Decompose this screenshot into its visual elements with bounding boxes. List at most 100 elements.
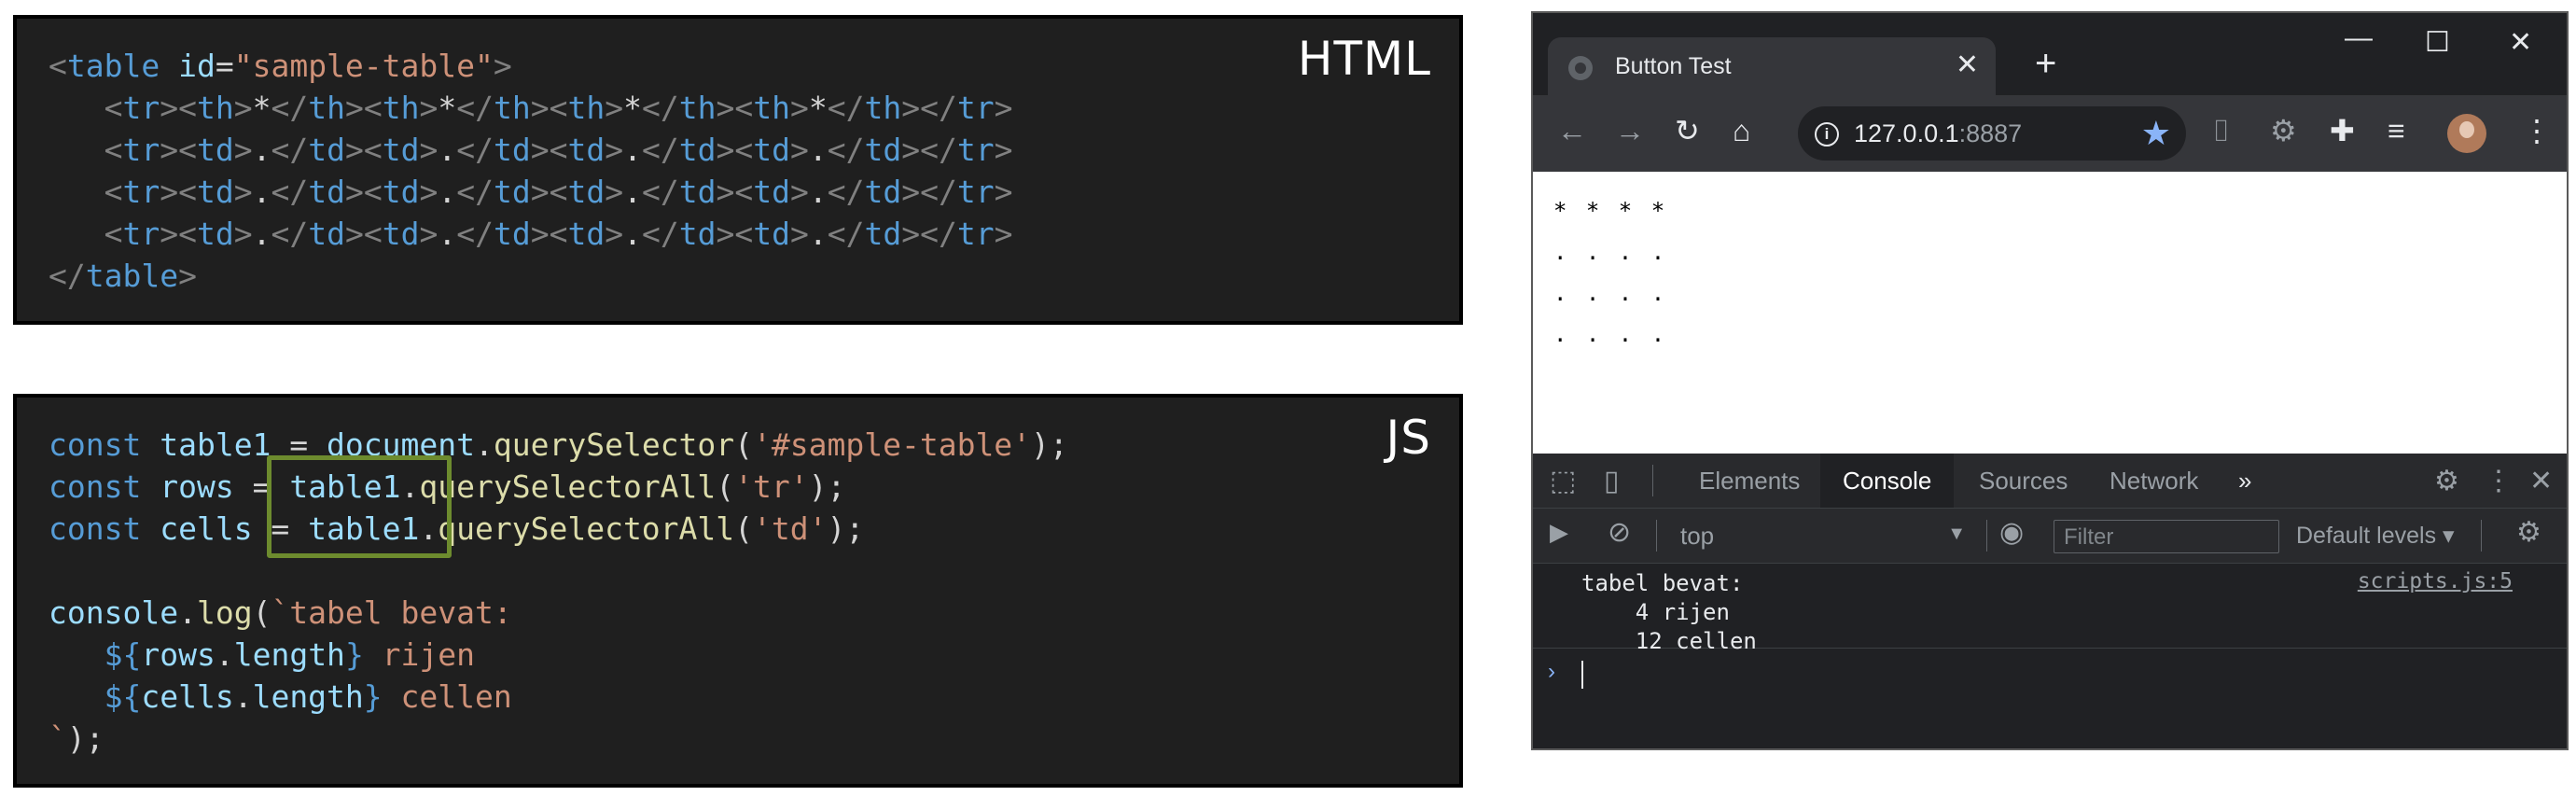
code-token: querySelectorAll — [419, 468, 717, 505]
code-token: . — [215, 636, 234, 673]
code-token: tr — [956, 132, 995, 168]
device-toolbar-icon[interactable]: ▯ — [1604, 465, 1620, 497]
code-token: const — [49, 426, 142, 463]
code-token: > — [530, 216, 550, 252]
console-settings-icon[interactable]: ⚙ — [2516, 516, 2541, 549]
code-token: cells — [160, 510, 253, 547]
code-line: console.log(`tabel bevat: — [49, 592, 1068, 634]
new-tab-button[interactable]: + — [2035, 45, 2056, 82]
profile-avatar[interactable] — [2447, 114, 2486, 153]
bookmark-star-icon[interactable]: ★ — [2141, 114, 2171, 153]
code-token: > — [901, 90, 921, 126]
log-levels-dropdown[interactable]: Default levels ▾ — [2296, 522, 2455, 550]
code-token: rows — [141, 636, 216, 673]
url-text: 127.0.0.1:8887 — [1854, 119, 2022, 148]
code-token: </ — [641, 132, 679, 168]
code-token: th — [864, 90, 902, 126]
code-token: > — [605, 216, 624, 252]
code-token: > — [901, 216, 921, 252]
puzzle-extensions-icon[interactable]: ✚ — [2330, 112, 2355, 149]
code-token: > — [994, 216, 1013, 252]
code-token: < — [549, 90, 568, 126]
code-line: ${rows.length} rijen — [49, 634, 1068, 676]
reload-icon[interactable]: ↻ — [1675, 112, 1700, 149]
html-panel-tag: HTML — [1297, 32, 1431, 86]
devtools-menu-icon[interactable]: ⋮ — [2485, 465, 2513, 497]
filter-input[interactable]: Filter — [2054, 520, 2279, 553]
log-source-link[interactable]: scripts.js:5 — [2358, 569, 2513, 594]
code-token: tr — [956, 216, 995, 252]
camera-icon[interactable]: ⌷ — [2212, 112, 2230, 149]
tab-close-icon[interactable]: ✕ — [1956, 49, 1979, 81]
code-token: > — [716, 132, 735, 168]
more-tabs-icon[interactable]: » — [2238, 454, 2251, 508]
page-content: * * * * . . . . . . . . . . . . — [1533, 172, 2567, 454]
code-token: > — [530, 90, 550, 126]
code-line: <tr><th>*</th><th>*</th><th>*</th><th>*<… — [49, 87, 1013, 129]
home-icon[interactable]: ⌂ — [1733, 112, 1750, 149]
code-token: > — [605, 90, 624, 126]
devtools-close-icon[interactable]: ✕ — [2529, 465, 2553, 497]
eye-icon[interactable]: ◉ — [1999, 516, 2024, 549]
code-line: </table> — [49, 255, 1012, 297]
context-selector[interactable]: top ▼ — [1680, 520, 1966, 552]
tab-console[interactable]: Console — [1820, 454, 1955, 508]
minimize-button[interactable]: — — [2345, 22, 2373, 54]
code-token: tr — [122, 216, 160, 252]
code-token: 'td' — [753, 510, 828, 547]
filter-placeholder: Filter — [2064, 524, 2114, 550]
browser-menu-icon[interactable]: ⋮ — [2522, 112, 2552, 149]
code-token: </ — [271, 216, 309, 252]
code-token: > — [233, 174, 253, 210]
tab-network[interactable]: Network — [2110, 454, 2198, 508]
window-close-button[interactable]: ✕ — [2509, 26, 2532, 59]
code-token: > — [160, 174, 179, 210]
code-token: length — [252, 678, 364, 715]
code-line: const table1 = document.querySelector('#… — [49, 424, 1068, 466]
code-token: </ — [641, 174, 679, 210]
address-bar[interactable]: i 127.0.0.1:8887 ★ — [1798, 106, 2186, 161]
code-token: < — [549, 132, 568, 168]
code-token: tr — [956, 174, 995, 210]
browser-window: Button Test ✕ + — ☐ ✕ ← → ↻ ⌂ i 127.0.0.… — [1531, 11, 2569, 750]
code-token: td — [308, 216, 345, 252]
console-input[interactable] — [1581, 661, 1583, 689]
media-control-icon[interactable]: ≡ — [2388, 112, 2405, 149]
code-token: > — [419, 90, 439, 126]
code-token: td — [567, 174, 606, 210]
back-arrow-icon[interactable]: ← — [1557, 112, 1587, 149]
maximize-button[interactable]: ☐ — [2425, 26, 2450, 59]
code-token: > — [789, 90, 809, 126]
console-sidebar-icon[interactable]: ▶ — [1550, 518, 1568, 547]
code-token: < — [104, 132, 123, 168]
clear-console-icon[interactable]: ⊘ — [1608, 516, 1631, 549]
code-token: > — [605, 132, 624, 168]
tab-sources[interactable]: Sources — [1979, 454, 2068, 508]
code-token: </ — [920, 216, 957, 252]
divider — [2481, 520, 2482, 552]
title-bar: Button Test ✕ + — ☐ ✕ — [1533, 13, 2567, 95]
forward-arrow-icon[interactable]: → — [1615, 112, 1645, 149]
code-token: < — [734, 90, 754, 126]
info-icon[interactable]: i — [1815, 122, 1839, 147]
code-token: td — [567, 216, 606, 252]
code-token: > — [994, 174, 1013, 210]
code-line: `); — [49, 718, 1068, 760]
inspect-element-icon[interactable]: ⬚ — [1550, 465, 1576, 497]
code-token: td — [382, 132, 420, 168]
code-token: th — [308, 90, 345, 126]
code-token: td — [864, 174, 902, 210]
code-token: td — [678, 174, 717, 210]
code-token: > — [716, 216, 735, 252]
code-token: th — [678, 90, 717, 126]
code-token: < — [178, 216, 197, 252]
devtools-settings-icon[interactable]: ⚙ — [2434, 465, 2459, 497]
browser-tab[interactable]: Button Test ✕ — [1548, 37, 1996, 95]
code-token: ( — [716, 468, 735, 505]
gear-extension-icon[interactable]: ⚙ — [2270, 112, 2297, 149]
devtools-panel: ⬚ ▯ Elements Console Sources Network » ⚙… — [1533, 454, 2567, 748]
tab-elements[interactable]: Elements — [1699, 454, 1800, 508]
code-token: < — [49, 48, 67, 84]
